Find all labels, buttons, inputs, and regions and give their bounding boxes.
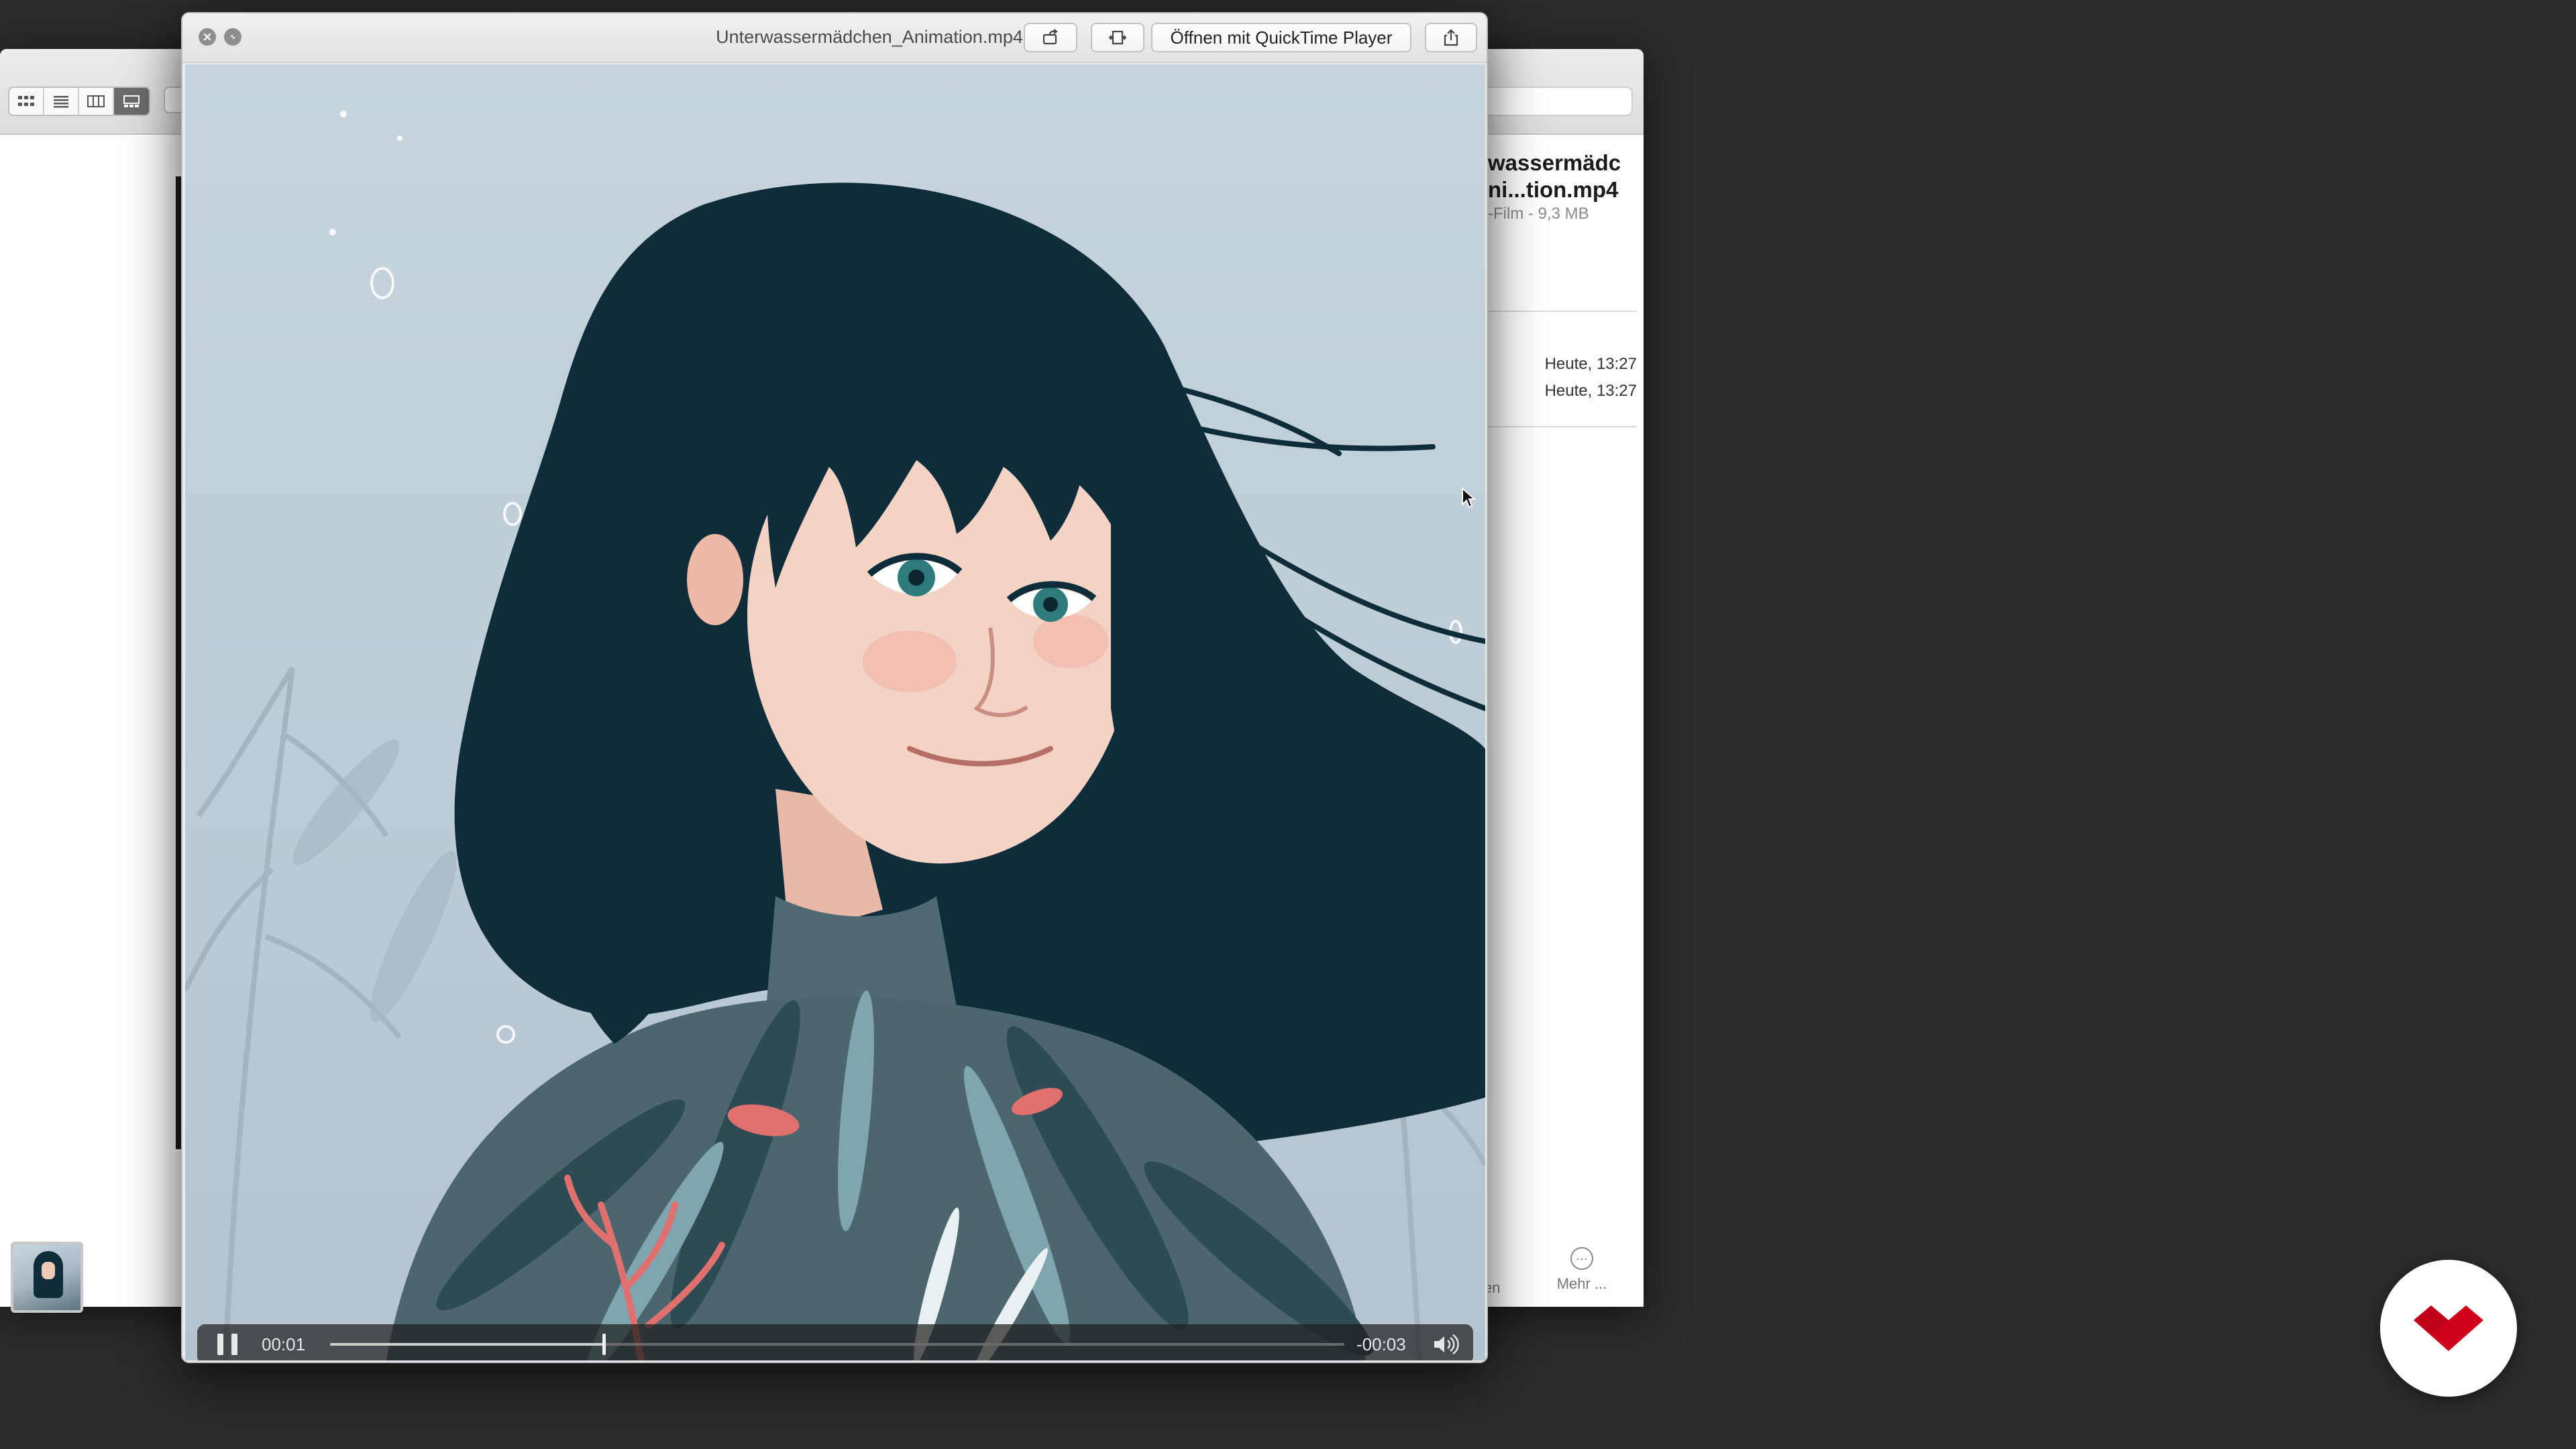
info-divider bbox=[1488, 426, 1637, 427]
scrubber-progress bbox=[330, 1343, 604, 1346]
mouse-cursor-icon bbox=[1462, 487, 1476, 508]
gallery-thumbnail[interactable] bbox=[11, 1242, 83, 1313]
pause-icon bbox=[217, 1334, 223, 1355]
video-preview[interactable]: 00:01 -00:03 bbox=[185, 64, 1485, 1360]
scrubber-handle[interactable] bbox=[602, 1334, 606, 1355]
ellipsis-icon: ··· bbox=[1570, 1247, 1593, 1270]
brand-logo-icon bbox=[2414, 1305, 2483, 1351]
scrubber-track[interactable] bbox=[330, 1334, 1344, 1355]
close-icon bbox=[203, 33, 211, 41]
more-button[interactable]: ··· Mehr ... bbox=[1555, 1247, 1609, 1293]
list-view-button[interactable] bbox=[44, 88, 79, 115]
columns-icon bbox=[87, 95, 105, 107]
fullscreen-button[interactable] bbox=[224, 28, 241, 46]
quicklook-window: Unterwassermädchen_Animation.mp4 Öffnen … bbox=[181, 12, 1488, 1363]
icon-view-button[interactable] bbox=[9, 88, 44, 115]
trim-button[interactable] bbox=[1091, 23, 1144, 52]
share-button[interactable] bbox=[1425, 23, 1477, 52]
desktop: wassermädc ni...tion.mp4 -Film - 9,3 MB … bbox=[0, 0, 2576, 1449]
pause-icon bbox=[231, 1334, 237, 1355]
volume-icon[interactable] bbox=[1432, 1334, 1461, 1355]
file-name-line2: ni...tion.mp4 bbox=[1488, 177, 1619, 202]
grid-icon bbox=[18, 96, 34, 106]
finder-search-field[interactable] bbox=[1483, 87, 1633, 116]
quicklook-title: Unterwassermädchen_Animation.mp4 bbox=[716, 27, 1023, 47]
created-date: Heute, 13:27 bbox=[1544, 355, 1637, 373]
fullscreen-icon bbox=[230, 34, 235, 40]
gallery-view-button[interactable] bbox=[114, 88, 149, 115]
info-divider bbox=[1488, 311, 1637, 312]
remaining-time: -00:03 bbox=[1356, 1334, 1406, 1354]
column-view-button[interactable] bbox=[79, 88, 114, 115]
file-kind-size: -Film - 9,3 MB bbox=[1488, 205, 1589, 223]
gallery-icon bbox=[123, 95, 140, 107]
list-icon bbox=[54, 96, 68, 108]
modified-date: Heute, 13:27 bbox=[1544, 382, 1637, 400]
view-mode-switch bbox=[8, 87, 150, 116]
file-name: wassermädc ni...tion.mp4 bbox=[1488, 150, 1649, 203]
brand-logo bbox=[2380, 1260, 2517, 1397]
video-controls: 00:01 -00:03 bbox=[197, 1324, 1473, 1360]
more-label: Mehr ... bbox=[1556, 1275, 1607, 1292]
close-button[interactable] bbox=[199, 28, 216, 46]
illustration-girl-underwater bbox=[185, 64, 1485, 1360]
quicklook-titlebar: Unterwassermädchen_Animation.mp4 Öffnen … bbox=[182, 13, 1487, 63]
rotate-button[interactable] bbox=[1024, 23, 1077, 52]
pause-button[interactable] bbox=[217, 1334, 237, 1355]
open-with-quicktime-button[interactable]: Öffnen mit QuickTime Player bbox=[1151, 23, 1411, 52]
rotate-icon bbox=[1042, 29, 1058, 45]
trim-icon bbox=[1109, 30, 1126, 45]
file-name-line1: wassermädc bbox=[1488, 150, 1621, 175]
share-icon bbox=[1444, 29, 1458, 46]
thumbnail-face bbox=[42, 1262, 55, 1279]
current-time: 00:01 bbox=[262, 1334, 306, 1354]
